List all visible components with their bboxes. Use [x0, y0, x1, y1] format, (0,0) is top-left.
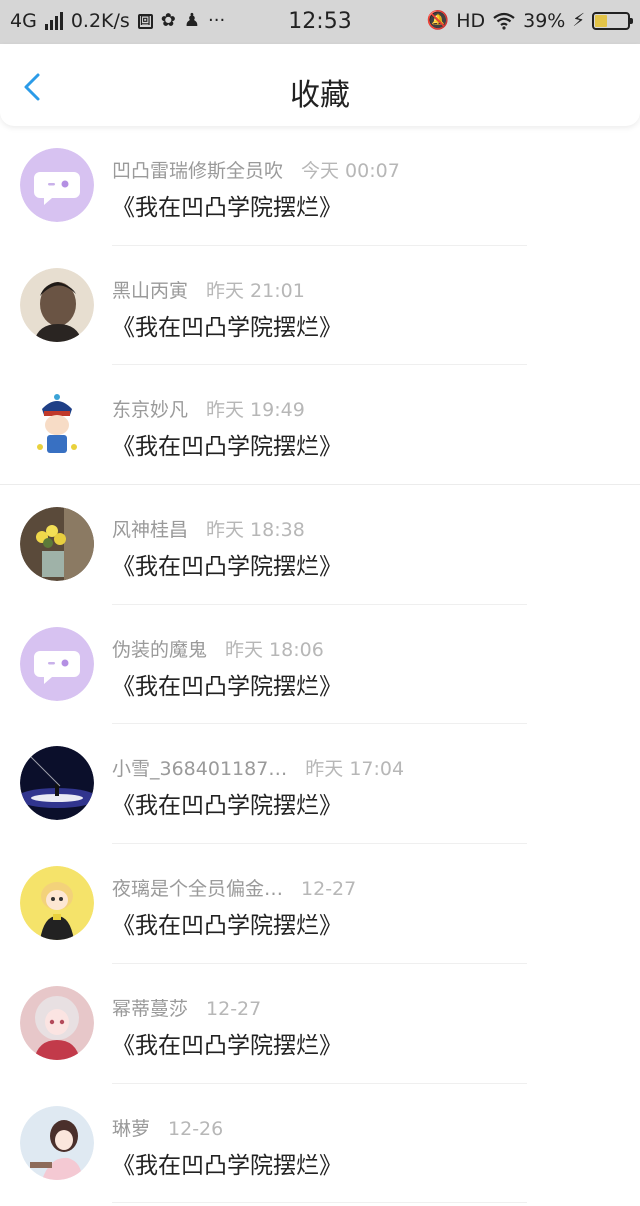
- favorite-content[interactable]: 《我在凹凸学院摆烂》: [112, 667, 342, 701]
- favorite-item[interactable]: 小雪_368401187… 昨天 17:04 《我在凹凸学院摆烂》: [0, 724, 640, 845]
- section-divider: [0, 484, 640, 485]
- page-title: 收藏: [290, 78, 350, 113]
- avatar[interactable]: [20, 866, 94, 941]
- username[interactable]: 小雪_368401187…: [112, 758, 287, 780]
- timestamp: 昨天 18:06: [225, 638, 324, 661]
- favorites-list: 凹凸雷瑞修斯全员吹 今天 00:07 《我在凹凸学院摆烂》 黑山丙寅 昨天 21:01 《…: [0, 126, 640, 1204]
- charging-icon: ⚡: [572, 10, 585, 31]
- favorite-content[interactable]: 《我在凹凸学院摆烂》: [112, 906, 342, 940]
- timestamp: 昨天 17:04: [305, 758, 405, 781]
- timestamp: 昨天 19:49: [206, 399, 305, 422]
- favorite-meta: 琳萝 12-26: [112, 1114, 223, 1141]
- favorite-meta: 小雪_368401187… 昨天 17:04: [112, 754, 404, 781]
- avatar[interactable]: [20, 267, 94, 342]
- favorite-meta: 伪装的魔鬼 昨天 18:06: [112, 635, 324, 662]
- favorite-content[interactable]: 《我在凹凸学院摆烂》: [112, 786, 342, 820]
- timestamp: 12-27: [301, 878, 357, 901]
- timestamp: 12-27: [206, 997, 262, 1020]
- avatar[interactable]: [20, 387, 94, 462]
- favorite-meta: 东京妙凡 昨天 19:49: [112, 395, 305, 422]
- username[interactable]: 凹凸雷瑞修斯全员吹: [112, 160, 283, 182]
- favorite-item[interactable]: 风神桂昌 昨天 18:38 《我在凹凸学院摆烂》: [0, 485, 640, 605]
- avatar[interactable]: [20, 985, 94, 1060]
- avatar[interactable]: [20, 1105, 94, 1180]
- timestamp: 昨天 21:01: [206, 279, 305, 302]
- timestamp: 昨天 18:38: [206, 519, 305, 542]
- username[interactable]: 幂蒂蔓莎: [112, 998, 188, 1020]
- avatar[interactable]: [20, 148, 94, 222]
- mute-icon: 🔕: [426, 10, 450, 31]
- hd-label: HD: [456, 10, 486, 32]
- battery-percent: 39%: [523, 10, 566, 32]
- favorite-content[interactable]: 《我在凹凸学院摆烂》: [112, 308, 342, 342]
- avatar[interactable]: [20, 626, 94, 701]
- username[interactable]: 东京妙凡: [112, 399, 188, 421]
- favorite-content[interactable]: 《我在凹凸学院摆烂》: [112, 188, 342, 222]
- username[interactable]: 风神桂昌: [112, 519, 188, 541]
- username[interactable]: 琳萝: [112, 1118, 150, 1140]
- favorite-item[interactable]: 夜璃是个全员偏金… 12-27 《我在凹凸学院摆烂》: [0, 844, 640, 964]
- favorite-content[interactable]: 《我在凹凸学院摆烂》: [112, 547, 342, 581]
- timestamp: 12-26: [168, 1117, 224, 1140]
- favorite-item[interactable]: 琳萝 12-26 《我在凹凸学院摆烂》: [0, 1084, 640, 1204]
- status-right: 🔕 HD 39% ⚡: [426, 10, 633, 32]
- favorite-item[interactable]: 凹凸雷瑞修斯全员吹 今天 00:07 《我在凹凸学院摆烂》: [0, 126, 640, 246]
- favorite-item[interactable]: 幂蒂蔓莎 12-27 《我在凹凸学院摆烂》: [0, 964, 640, 1084]
- favorite-meta: 凹凸雷瑞修斯全员吹 今天 00:07: [112, 156, 400, 183]
- favorite-content[interactable]: 《我在凹凸学院摆烂》: [112, 427, 342, 461]
- username[interactable]: 伪装的魔鬼: [112, 639, 207, 661]
- favorite-item[interactable]: 东京妙凡 昨天 19:49 《我在凹凸学院摆烂》: [0, 365, 640, 486]
- wifi-icon: [493, 12, 515, 30]
- avatar[interactable]: [20, 746, 94, 821]
- timestamp: 今天 00:07: [301, 160, 400, 182]
- row-divider: [112, 1202, 527, 1204]
- username[interactable]: 夜璃是个全员偏金…: [112, 878, 283, 900]
- favorite-meta: 幂蒂蔓莎 12-27: [112, 994, 261, 1021]
- status-bar: 4G 0.2K/s 回 ✿ ♟ ··· 12:53 🔕 HD 39% ⚡: [0, 0, 640, 44]
- battery-icon: [592, 12, 633, 30]
- favorite-meta: 风神桂昌 昨天 18:38: [112, 515, 305, 542]
- avatar[interactable]: [20, 507, 94, 582]
- favorite-item[interactable]: 黑山丙寅 昨天 21:01 《我在凹凸学院摆烂》: [0, 246, 640, 366]
- favorite-item[interactable]: 伪装的魔鬼 昨天 18:06 《我在凹凸学院摆烂》: [0, 605, 640, 725]
- favorite-content[interactable]: 《我在凹凸学院摆烂》: [112, 1146, 342, 1180]
- favorite-meta: 夜璃是个全员偏金… 12-27: [112, 874, 356, 901]
- favorite-content[interactable]: 《我在凹凸学院摆烂》: [112, 1026, 342, 1060]
- nav-header: 收藏: [0, 44, 640, 126]
- username[interactable]: 黑山丙寅: [112, 280, 188, 302]
- favorite-meta: 黑山丙寅 昨天 21:01: [112, 276, 305, 303]
